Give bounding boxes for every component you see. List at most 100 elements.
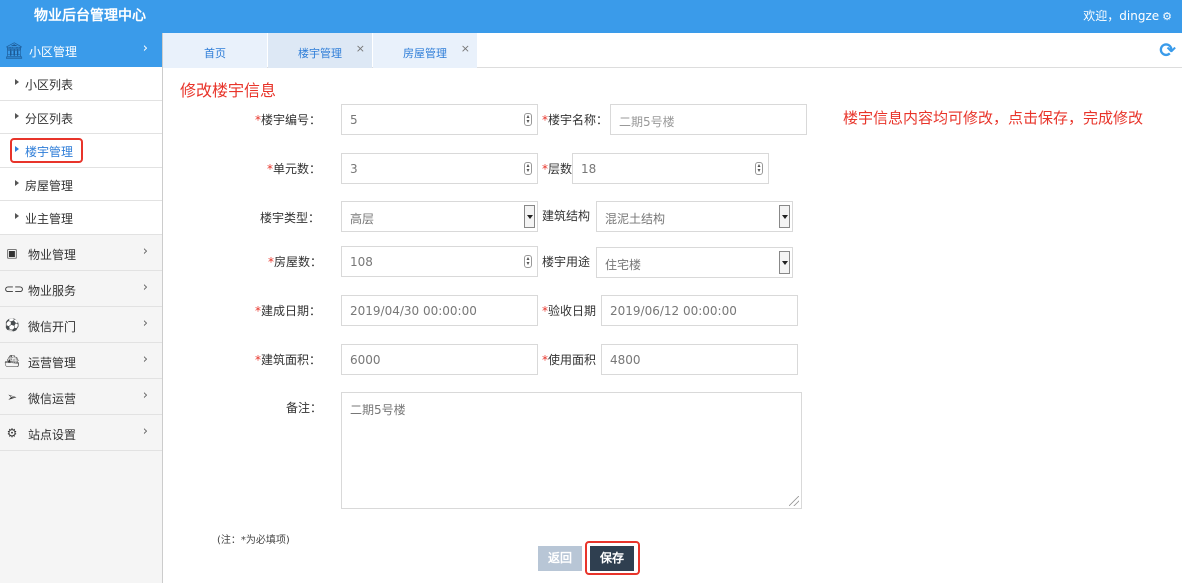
bank-icon: 🏛 <box>4 41 25 60</box>
welcome-text: 欢迎，dingze <box>1083 9 1160 23</box>
sidebar-group-property-service[interactable]: ⊂⊃ 物业服务 › <box>0 270 162 307</box>
input-value: 5 <box>350 113 358 127</box>
chevron-right-icon: › <box>142 41 148 56</box>
caret-right-icon <box>15 179 19 186</box>
house-count-label: *房屋数： <box>268 253 322 270</box>
sidebar-item-house-management[interactable]: 房屋管理 <box>0 167 162 201</box>
spinner-icon[interactable]: ▴ ▾ <box>524 255 532 268</box>
sidebar-item-label: 分区列表 <box>25 111 74 126</box>
building-type-select[interactable]: 高层 <box>341 201 538 232</box>
resize-handle-icon[interactable] <box>789 496 799 506</box>
label-text: 楼宇用途 <box>542 255 591 269</box>
spinner-icon[interactable]: ▴ ▾ <box>524 113 532 126</box>
built-date-label: *建成日期： <box>255 302 321 319</box>
floors-input[interactable]: 18 ▴ ▾ <box>572 153 769 184</box>
build-area-label: *建筑面积： <box>255 351 321 368</box>
annotation-note: 楼宇信息内容均可修改，点击保存，完成修改 <box>843 109 1144 127</box>
caret-right-icon <box>15 213 19 219</box>
building-no-input[interactable]: 5 ▴ ▾ <box>341 104 538 135</box>
sidebar-item-community-list[interactable]: 小区列表 <box>0 67 162 101</box>
built-date-input[interactable]: 2019/04/30 00:00:00 <box>341 295 538 326</box>
sidebar-item-label: 楼宇管理 <box>25 145 74 159</box>
label-text: 房屋数： <box>274 255 323 269</box>
tab-building-management[interactable]: 楼宇管理 × <box>268 33 372 68</box>
sidebar-group-label: 微信开门 <box>28 319 77 334</box>
page-title: 修改楼宇信息 <box>180 81 277 100</box>
unit-count-input[interactable]: 3 ▴ ▾ <box>341 153 538 184</box>
sidebar-group-property-management[interactable]: ▣ 物业管理 › <box>0 234 162 271</box>
toggle-icon: ⊂⊃ <box>4 281 25 296</box>
label-text: 单元数： <box>273 162 322 176</box>
input-value: 3 <box>350 162 358 176</box>
floors-label: *层数 <box>542 160 572 177</box>
refresh-icon[interactable]: ⟳ <box>1159 38 1176 62</box>
chevron-right-icon: › <box>142 279 148 295</box>
top-bar: 物业后台管理中心 欢迎，dingze ⚙ <box>0 0 1182 33</box>
sidebar-section-community[interactable]: 🏛 小区管理 › <box>0 33 162 67</box>
caret-right-icon <box>15 146 19 152</box>
os-icon: ▣ <box>6 245 18 260</box>
spinner-icon[interactable]: ▴ ▾ <box>524 162 532 175</box>
tab-home[interactable]: 首页 <box>163 33 267 68</box>
usage-select[interactable]: 住宅楼 <box>596 247 793 278</box>
structure-select[interactable]: 混泥土结构 <box>596 201 793 232</box>
build-area-input[interactable]: 6000 <box>341 344 538 375</box>
label-text: 建筑面积： <box>261 353 322 367</box>
tab-bar: 首页 楼宇管理 × 房屋管理 × ⟳ <box>163 33 1182 68</box>
label-text: 建成日期： <box>261 304 322 318</box>
spinner-icon[interactable]: ▴ ▾ <box>755 162 763 175</box>
label-text: 备注： <box>286 401 323 415</box>
building-type-label: 楼宇类型： <box>260 209 320 226</box>
chevron-down-icon[interactable] <box>779 251 790 274</box>
chevron-right-icon: › <box>142 351 148 367</box>
sidebar-item-building-management[interactable]: 楼宇管理 <box>0 134 162 168</box>
remark-textarea[interactable]: 二期5号楼 <box>341 392 802 509</box>
label-text: 使用面积 <box>548 353 597 367</box>
required-footnote: (注：*为必填项) <box>217 535 290 546</box>
input-value: 2019/04/30 00:00:00 <box>350 304 477 318</box>
label-text: 层数 <box>548 162 573 176</box>
sidebar-item-label: 小区列表 <box>25 78 74 92</box>
input-value: 6000 <box>350 353 381 367</box>
sidebar-group-wechat-operations[interactable]: ➢ 微信运营 › <box>0 378 162 415</box>
sidebar-item-zone-list[interactable]: 分区列表 <box>0 100 162 134</box>
chevron-down-icon[interactable] <box>779 205 790 228</box>
input-value: 4800 <box>610 353 641 367</box>
paper-plane-icon: ➢ <box>6 389 18 404</box>
input-value: 108 <box>350 255 373 269</box>
save-button[interactable]: 保存 <box>590 546 634 571</box>
sidebar-group-wechat-door[interactable]: ⚽ 微信开门 › <box>0 306 162 343</box>
sidebar-item-owner-management[interactable]: 业主管理 <box>0 201 162 235</box>
label-text: 验收日期 <box>548 304 597 318</box>
sidebar-group-site-settings[interactable]: ⚙ 站点设置 › <box>0 414 162 451</box>
chevron-down-icon[interactable] <box>524 205 535 228</box>
caret-right-icon <box>15 112 19 119</box>
use-area-input[interactable]: 4800 <box>601 344 798 375</box>
close-icon[interactable]: × <box>356 42 365 55</box>
select-value: 高层 <box>350 212 375 226</box>
use-area-label: *使用面积 <box>542 351 596 368</box>
input-placeholder: 二期5号楼 <box>619 115 675 129</box>
remark-label: 备注： <box>286 399 322 416</box>
label-text: 楼宇类型： <box>260 211 321 225</box>
sidebar-group-label: 运营管理 <box>28 355 77 370</box>
sidebar-item-label: 业主管理 <box>25 212 74 226</box>
accept-date-input[interactable]: 2019/06/12 00:00:00 <box>601 295 798 326</box>
house-count-input[interactable]: 108 ▴ ▾ <box>341 246 538 277</box>
sidebar-group-label: 物业管理 <box>28 247 77 262</box>
unit-count-label: *单元数： <box>267 160 321 177</box>
user-menu[interactable]: 欢迎，dingze ⚙ <box>1083 7 1172 24</box>
sidebar: 🏛 小区管理 › 小区列表 分区列表 楼宇管理 房屋管理 业主管理 ▣ 物业管理… <box>0 33 163 583</box>
building-name-label: *楼宇名称： <box>542 111 608 128</box>
gear-icon[interactable]: ⚙ <box>1162 10 1172 23</box>
sidebar-item-label: 房屋管理 <box>25 178 74 193</box>
sidebar-section-label: 小区管理 <box>29 45 78 59</box>
building-name-input[interactable]: 二期5号楼 <box>610 104 807 135</box>
accept-date-label: *验收日期 <box>542 302 596 319</box>
sidebar-group-operations[interactable]: ⛴ 运营管理 › <box>0 342 162 379</box>
close-icon[interactable]: × <box>461 42 470 55</box>
back-button[interactable]: 返回 <box>538 546 582 571</box>
gears-icon: ⚙ <box>6 425 18 440</box>
tab-house-management[interactable]: 房屋管理 × <box>373 33 477 68</box>
tab-label: 首页 <box>204 47 226 60</box>
